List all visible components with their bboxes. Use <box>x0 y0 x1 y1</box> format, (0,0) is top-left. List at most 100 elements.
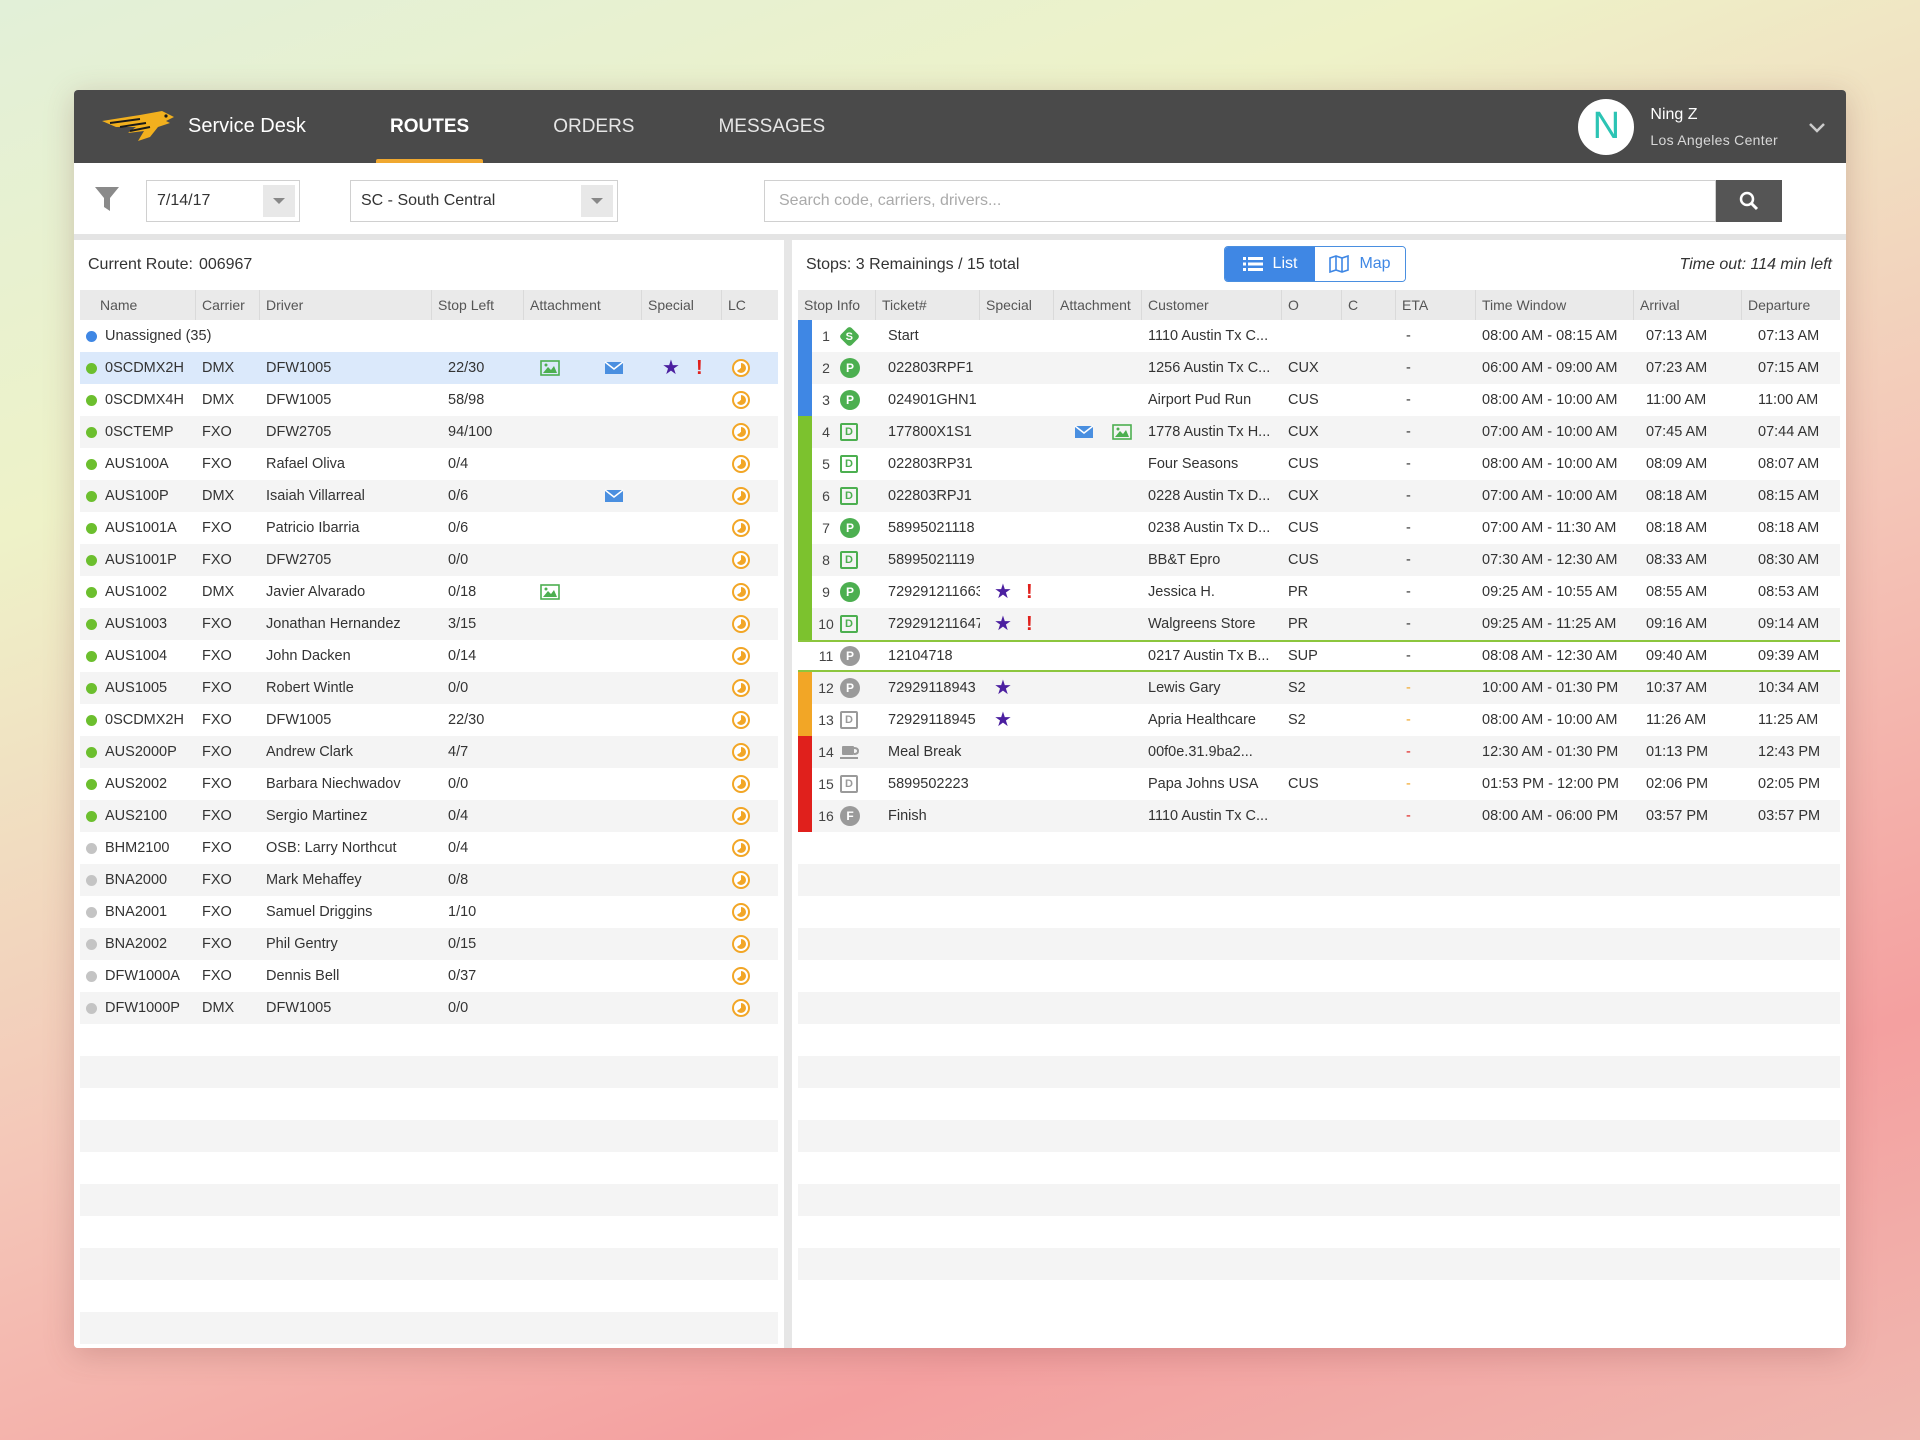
column-header-stop-info[interactable]: Stop Info <box>798 290 876 320</box>
image-attachment-icon[interactable] <box>540 360 560 376</box>
clock-icon[interactable] <box>732 679 750 697</box>
route-row[interactable]: 0SCDMX2H DMX DFW1005 22/30 ★! <box>80 352 778 384</box>
route-row[interactable]: 0SCTEMP FXO DFW2705 94/100 <box>80 416 778 448</box>
stop-row[interactable]: 1 S Start 1110 Austin Tx C... -08:00 AM - 08… <box>798 320 1840 352</box>
route-row[interactable]: AUS100A FXO Rafael Oliva 0/4 <box>80 448 778 480</box>
filter-icon[interactable] <box>94 185 120 213</box>
clock-icon[interactable] <box>732 647 750 665</box>
clock-icon[interactable] <box>732 935 750 953</box>
clock-icon[interactable] <box>732 871 750 889</box>
map-view-button[interactable]: Map <box>1315 247 1405 281</box>
route-row[interactable]: AUS1001A FXO Patricio Ibarria 0/6 <box>80 512 778 544</box>
clock-icon[interactable] <box>732 775 750 793</box>
list-view-button[interactable]: List <box>1225 247 1315 281</box>
route-row[interactable]: DFW1000A FXO Dennis Bell 0/37 <box>80 960 778 992</box>
date-select[interactable]: 7/14/17 <box>146 180 300 222</box>
tab-messages[interactable]: MESSAGES <box>704 90 839 163</box>
column-header-time-window[interactable]: Time Window <box>1476 290 1634 320</box>
stop-row[interactable]: 2 P 022803RPF1 1256 Austin Tx C... CUX - 06:00… <box>798 352 1840 384</box>
column-header-departure[interactable]: Departure <box>1742 290 1840 320</box>
arrival-cell: 10:37 AM <box>1646 680 1708 696</box>
route-row[interactable]: AUS100P DMX Isaiah Villarreal 0/6 <box>80 480 778 512</box>
stop-row[interactable]: 4 D 177800X1S1 1778 Austin Tx H... CUX - 07:00… <box>798 416 1840 448</box>
route-row[interactable]: AUS1004 FXO John Dacken 0/14 <box>80 640 778 672</box>
region-select[interactable]: SC - South Central <box>350 180 618 222</box>
stop-row[interactable]: 16 F Finish 1110 Austin Tx C... - 08:00 AM - … <box>798 800 1840 832</box>
stop-row[interactable]: 12 P 72929118943 ★ Lewis Gary S2 - 10:00 AM - 0… <box>798 672 1840 704</box>
stop-row[interactable]: 3 P 024901GHN1 Airport Pud Run CUS - 08:00 AM … <box>798 384 1840 416</box>
clock-icon[interactable] <box>732 359 750 377</box>
stop-row[interactable]: 5 D 022803RP31 Four Seasons CUS - 08:00 AM - 1… <box>798 448 1840 480</box>
column-header-special[interactable]: Special <box>642 290 722 320</box>
column-header-customer[interactable]: Customer <box>1142 290 1282 320</box>
clock-icon[interactable] <box>732 487 750 505</box>
column-header-c[interactable]: C <box>1342 290 1396 320</box>
clock-icon[interactable] <box>732 519 750 537</box>
clock-icon[interactable] <box>732 839 750 857</box>
image-attachment-icon[interactable] <box>540 584 560 600</box>
clock-icon[interactable] <box>732 391 750 409</box>
tab-orders[interactable]: ORDERS <box>539 90 648 163</box>
clock-icon[interactable] <box>732 711 750 729</box>
search-button[interactable] <box>1716 180 1782 222</box>
column-header-ticket-[interactable]: Ticket# <box>876 290 980 320</box>
clock-icon[interactable] <box>732 807 750 825</box>
clock-icon[interactable] <box>732 999 750 1017</box>
stop-row[interactable]: 13 D 72929118945 ★ Apria Healthcare S2 - 08:00 … <box>798 704 1840 736</box>
stop-row[interactable]: 11 P 12104718 0217 Austin Tx B... SUP - 08:08 … <box>798 640 1840 672</box>
unassigned-row[interactable]: Unassigned (35) <box>80 320 778 352</box>
column-header-attachment[interactable]: Attachment <box>524 290 642 320</box>
route-row[interactable]: AUS1001P FXO DFW2705 0/0 <box>80 544 778 576</box>
column-header-name[interactable]: Name <box>80 290 196 320</box>
clock-icon[interactable] <box>732 583 750 601</box>
mail-attachment-icon[interactable] <box>604 488 624 504</box>
dropdown-arrow-icon[interactable] <box>263 185 295 217</box>
column-header-stop-left[interactable]: Stop Left <box>432 290 524 320</box>
tab-routes[interactable]: ROUTES <box>376 90 484 163</box>
clock-icon[interactable] <box>732 903 750 921</box>
stop-row[interactable]: 14 Meal Break 00f0e.31.9ba2... - 12:30 AM - … <box>798 736 1840 768</box>
column-header-driver[interactable]: Driver <box>260 290 432 320</box>
route-row[interactable]: AUS1003 FXO Jonathan Hernandez 3/15 <box>80 608 778 640</box>
stop-row[interactable]: 7 P 58995021118 0238 Austin Tx D... CUS - 07:0… <box>798 512 1840 544</box>
route-row[interactable]: BNA2001 FXO Samuel Driggins 1/10 <box>80 896 778 928</box>
column-header-lc[interactable]: LC <box>722 290 766 320</box>
search-input[interactable] <box>765 181 1715 221</box>
route-row[interactable]: 0SCDMX4H DMX DFW1005 58/98 <box>80 384 778 416</box>
dropdown-arrow-icon[interactable] <box>581 185 613 217</box>
stop-row[interactable]: 10 D 729291211647 ★! Walgreens Store PR -09:25… <box>798 608 1840 640</box>
chevron-down-icon[interactable] <box>1808 118 1826 136</box>
column-header-attachment[interactable]: Attachment <box>1054 290 1142 320</box>
clock-icon[interactable] <box>732 551 750 569</box>
route-row[interactable]: AUS2100 FXO Sergio Martinez 0/4 <box>80 800 778 832</box>
clock-icon[interactable] <box>732 743 750 761</box>
column-header-carrier[interactable]: Carrier <box>196 290 260 320</box>
clock-icon[interactable] <box>732 423 750 441</box>
avatar[interactable]: N <box>1578 98 1635 155</box>
stop-row[interactable]: 15 D 5899502223 Papa Johns USA CUS - 01:53 PM … <box>798 768 1840 800</box>
clock-icon[interactable] <box>732 967 750 985</box>
route-row[interactable]: AUS2002 FXO Barbara Niechwadov 0/0 <box>80 768 778 800</box>
brand-logo[interactable]: Service Desk <box>100 107 376 147</box>
stop-row[interactable]: 9 P 729291211663 ★! Jessica H. PR -09:25 AM - … <box>798 576 1840 608</box>
image-attachment-icon[interactable] <box>1112 424 1132 440</box>
route-row[interactable]: BHM2100 FXO OSB: Larry Northcut 0/4 <box>80 832 778 864</box>
clock-icon[interactable] <box>732 455 750 473</box>
column-header-eta[interactable]: ETA <box>1396 290 1476 320</box>
route-row[interactable]: 0SCDMX2H FXO DFW1005 22/30 <box>80 704 778 736</box>
route-row[interactable]: AUS1002 DMX Javier Alvarado 0/18 <box>80 576 778 608</box>
route-row[interactable]: AUS2000P FXO Andrew Clark 4/7 <box>80 736 778 768</box>
user-menu[interactable]: N Ning Z Los Angeles Center <box>1578 90 1826 163</box>
column-header-arrival[interactable]: Arrival <box>1634 290 1742 320</box>
mail-attachment-icon[interactable] <box>604 360 624 376</box>
stop-row[interactable]: 8 D 58995021119 BB&T Epro CUS - 07:30 AM - 12:… <box>798 544 1840 576</box>
clock-icon[interactable] <box>732 615 750 633</box>
mail-attachment-icon[interactable] <box>1074 424 1094 440</box>
column-header-special[interactable]: Special <box>980 290 1054 320</box>
route-row[interactable]: BNA2000 FXO Mark Mehaffey 0/8 <box>80 864 778 896</box>
stop-row[interactable]: 6 D 022803RPJ1 0228 Austin Tx D... CUX - 07:00… <box>798 480 1840 512</box>
route-row[interactable]: BNA2002 FXO Phil Gentry 0/15 <box>80 928 778 960</box>
route-row[interactable]: DFW1000P DMX DFW1005 0/0 <box>80 992 778 1024</box>
column-header-o[interactable]: O <box>1282 290 1342 320</box>
route-row[interactable]: AUS1005 FXO Robert Wintle 0/0 <box>80 672 778 704</box>
